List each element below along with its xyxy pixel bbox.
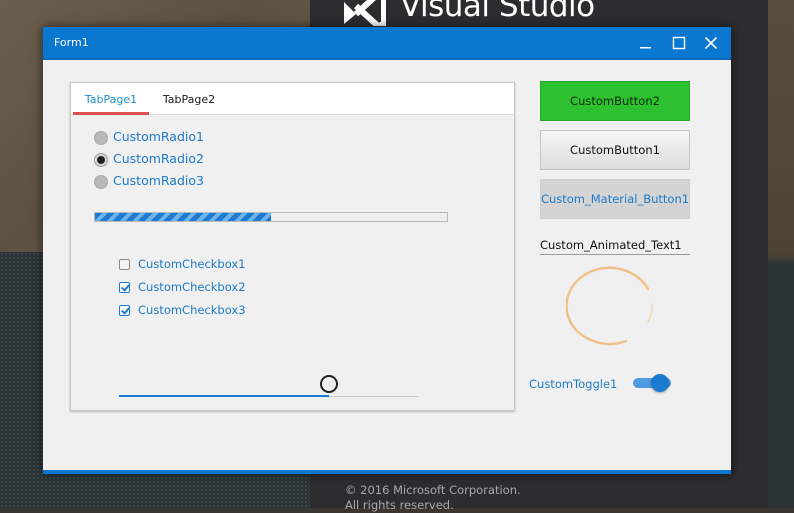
text-underline [540,254,690,255]
toggle-label: CustomToggle1 [529,377,618,391]
maximize-icon[interactable] [670,34,688,52]
toggle-knob [651,374,669,392]
window-bottom-accent [43,470,731,474]
desktop-wallpaper-right [768,0,794,508]
custom-material-button1[interactable]: Custom_Material_Button1 [540,179,690,219]
slider-thumb[interactable] [320,375,338,393]
animated-text-input[interactable] [540,236,690,253]
tab-page2[interactable]: TabPage2 [151,83,227,114]
radio-label: CustomRadio2 [113,151,204,166]
custom-button2[interactable]: CustomButton2 [540,81,690,121]
radio-label: CustomRadio1 [113,129,204,144]
tab-control: TabPage1 TabPage2 CustomRadio1 CustomRad… [70,82,515,411]
slider-fill [119,395,329,397]
copyright-line: All rights reserved. [345,498,454,512]
checkbox-box [119,259,130,270]
custom-toggle1[interactable] [633,374,673,393]
slider-track[interactable] [119,375,419,397]
copyright-line: © 2016 Microsoft Corporation. [345,483,521,497]
checkbox-box [119,305,130,316]
animated-text-field[interactable] [540,236,690,255]
title-bar[interactable]: Form1 [43,27,731,60]
radio-circle [94,175,108,189]
minimize-icon[interactable] [637,34,655,52]
checkbox-label: CustomCheckbox2 [138,280,246,294]
radio-circle [94,153,108,167]
form-window: Form1 TabPage1 TabPage2 CustomRadio1 Cus… [43,27,731,474]
checkbox-label: CustomCheckbox1 [138,257,246,271]
checkbox-label: CustomCheckbox3 [138,303,246,317]
radio-circle [94,131,108,145]
close-icon[interactable] [702,34,720,52]
loading-spinner-icon [566,266,653,346]
custom-button1[interactable]: CustomButton1 [540,130,690,170]
splash-copyright: © 2016 Microsoft Corporation. All rights… [345,483,521,513]
tab-page1[interactable]: TabPage1 [73,83,149,115]
window-title: Form1 [54,36,89,49]
checkbox-box [119,282,130,293]
tab-header: TabPage1 TabPage2 [71,83,514,115]
progress-bar [94,212,448,222]
visual-studio-logo-icon [344,0,386,26]
splash-title: Visual Studio [400,0,595,24]
radio-label: CustomRadio3 [113,173,204,188]
progress-fill [95,213,271,221]
